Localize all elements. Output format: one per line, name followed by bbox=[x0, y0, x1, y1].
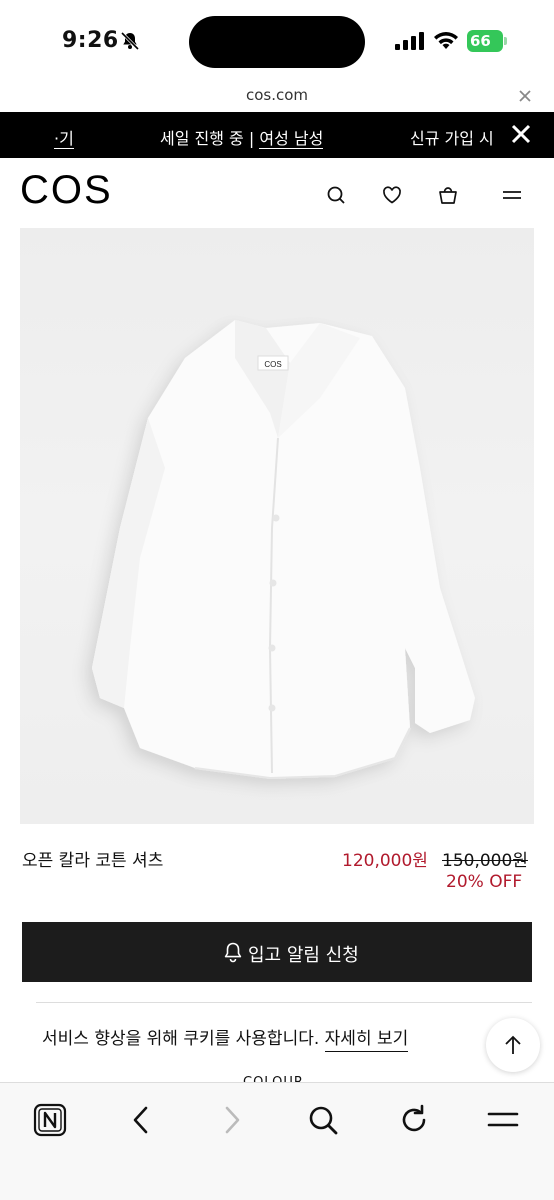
promo-gender-link[interactable]: 여성 남성 bbox=[259, 129, 324, 149]
bell-icon bbox=[224, 942, 242, 963]
forward-icon[interactable] bbox=[215, 1103, 249, 1137]
reload-icon[interactable] bbox=[397, 1103, 431, 1137]
cookie-details-link[interactable]: 자세히 보기 bbox=[324, 1029, 409, 1052]
product-name: 오픈 칼라 코튼 셔츠 bbox=[22, 851, 164, 871]
restock-notify-button[interactable]: 입고 알림 신청 bbox=[22, 922, 532, 982]
status-bar: 9:26 66 bbox=[0, 0, 554, 82]
divider bbox=[36, 1002, 532, 1003]
heart-icon[interactable] bbox=[381, 184, 403, 206]
battery-indicator: 66 bbox=[467, 30, 507, 52]
url-bar[interactable]: cos.com bbox=[0, 82, 554, 112]
dynamic-island bbox=[189, 16, 365, 68]
discount-badge: 20% OFF bbox=[446, 872, 523, 892]
menu-icon[interactable] bbox=[501, 184, 523, 206]
original-price: 150,000원 bbox=[442, 851, 528, 871]
promo-center-text: 세일 진행 중 | 여성 남성 bbox=[160, 125, 324, 149]
close-icon[interactable] bbox=[510, 123, 532, 145]
brand-logo[interactable]: COS bbox=[20, 168, 113, 213]
promo-sale-text: 세일 진행 중 | bbox=[160, 129, 260, 148]
search-icon[interactable] bbox=[306, 1103, 340, 1137]
bag-icon[interactable] bbox=[437, 184, 459, 206]
promo-left-text[interactable]: ·기 bbox=[54, 125, 74, 149]
search-icon[interactable] bbox=[325, 184, 347, 206]
cookie-message: 서비스 향상을 위해 쿠키를 사용합니다. bbox=[42, 1029, 320, 1049]
battery-level: 66 bbox=[470, 32, 491, 50]
menu-icon[interactable] bbox=[486, 1103, 520, 1137]
bell-muted-icon bbox=[120, 31, 140, 51]
url-text[interactable]: cos.com bbox=[0, 86, 554, 104]
status-time: 9:26 bbox=[62, 28, 119, 53]
sale-price: 120,000원 bbox=[342, 851, 428, 871]
back-icon[interactable] bbox=[124, 1103, 158, 1137]
wifi-icon bbox=[434, 32, 458, 49]
site-header: COS bbox=[0, 158, 554, 228]
product-image[interactable]: COS bbox=[20, 228, 534, 824]
promo-banner: ·기 세일 진행 중 | 여성 남성 신규 가입 시 bbox=[0, 112, 554, 158]
shirt-label-text: COS bbox=[264, 360, 281, 369]
arrow-up-icon bbox=[505, 1035, 521, 1054]
scroll-to-top-button[interactable] bbox=[486, 1018, 540, 1072]
cookie-banner: 서비스 향상을 위해 쿠키를 사용합니다. 자세히 보기 bbox=[42, 1024, 409, 1052]
restock-notify-label: 입고 알림 신청 bbox=[248, 945, 359, 966]
signal-icon bbox=[395, 32, 424, 50]
notion-icon[interactable] bbox=[33, 1103, 67, 1137]
close-icon[interactable] bbox=[516, 87, 534, 105]
browser-toolbar bbox=[0, 1082, 554, 1200]
shirt-illustration: COS bbox=[92, 320, 475, 780]
promo-signup-text[interactable]: 신규 가입 시 bbox=[410, 125, 494, 149]
